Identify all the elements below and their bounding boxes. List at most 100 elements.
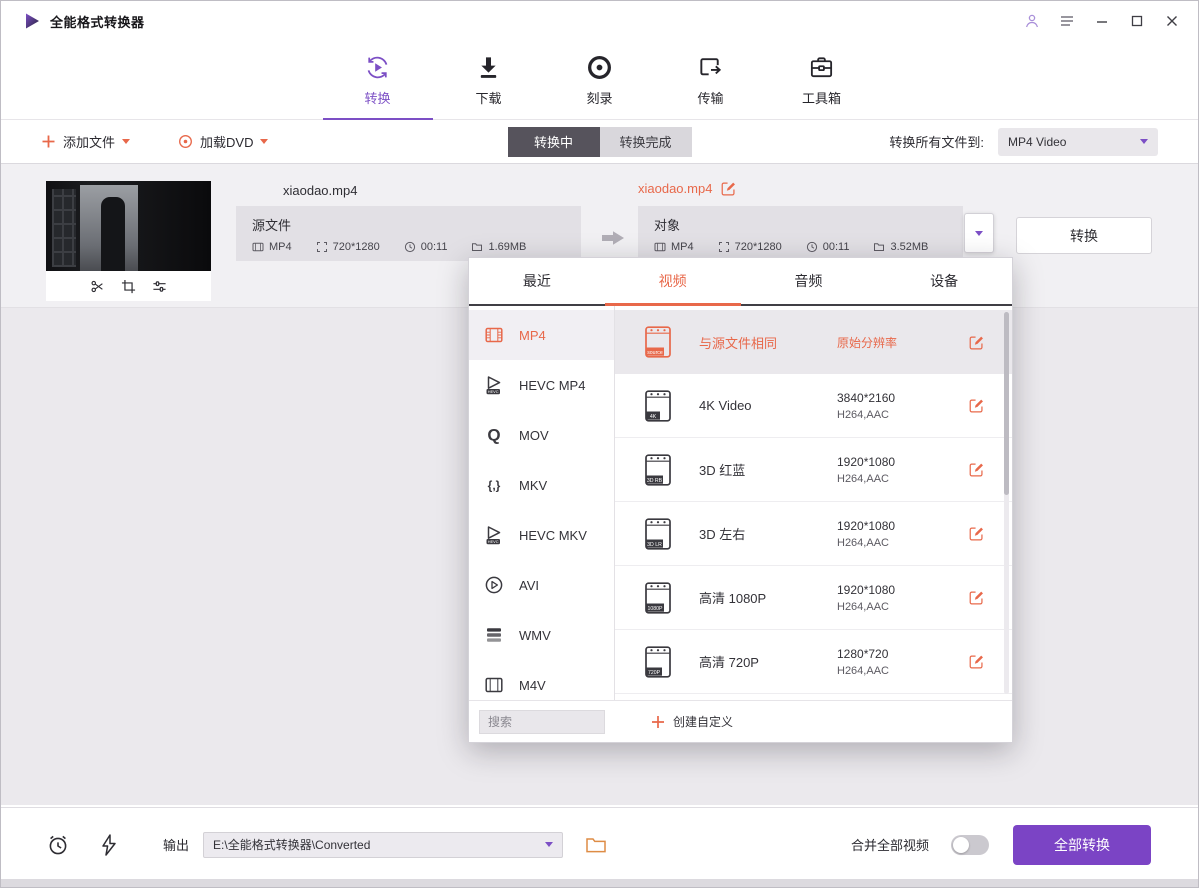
open-folder-icon[interactable]	[585, 835, 607, 855]
format-item-label: MOV	[519, 428, 549, 443]
load-dvd-button[interactable]: 加载DVD	[178, 132, 268, 151]
create-custom-button[interactable]: 创建自定义	[651, 713, 733, 730]
tab-toolbox[interactable]: 工具箱	[783, 41, 861, 119]
toolbox-icon	[808, 54, 835, 81]
preset-codec: H264,AAC	[837, 601, 969, 613]
format-item-mov[interactable]: Q MOV	[469, 410, 614, 460]
bottom-bar: 输出 合并全部视频 全部转换	[1, 807, 1198, 881]
preset-row-same-as-source[interactable]: source 与源文件相同 原始分辨率	[615, 310, 1012, 374]
high-speed-bolt-icon[interactable]	[100, 834, 118, 856]
format-item-mkv[interactable]: {,} MKV	[469, 460, 614, 510]
edit-preset-icon[interactable]	[969, 590, 984, 605]
preset-row-3d-leftright[interactable]: 3D LR 3D 左右 1920*1080 H264,AAC	[615, 502, 1012, 566]
scrollbar-thumb[interactable]	[1004, 312, 1009, 495]
preset-row-1080p[interactable]: 1080P 高清 1080P 1920*1080 H264,AAC	[615, 566, 1012, 630]
effects-tune-icon[interactable]	[152, 279, 167, 294]
account-icon[interactable]	[1024, 13, 1040, 29]
tab-burn-label: 刻录	[586, 88, 612, 107]
add-files-button[interactable]: 添加文件	[41, 132, 130, 151]
popup-tab-device[interactable]: 设备	[876, 258, 1012, 304]
tab-converting[interactable]: 转换中	[508, 127, 600, 157]
wmv-layers-icon	[484, 625, 506, 645]
maximize-button[interactable]	[1129, 13, 1145, 29]
svg-text:source: source	[647, 350, 663, 356]
edit-preset-icon[interactable]	[969, 335, 984, 350]
edit-preset-icon[interactable]	[969, 398, 984, 413]
hevc-play-icon: HEVC	[484, 375, 506, 395]
target-file-name: xiaodao.mp4	[638, 181, 712, 196]
tab-converted[interactable]: 转换完成	[600, 127, 692, 157]
preset-name: 高清 720P	[699, 652, 837, 671]
tab-convert[interactable]: 转换	[339, 41, 417, 119]
popup-tab-video[interactable]: 视频	[605, 258, 741, 304]
chevron-down-icon	[975, 231, 983, 236]
format-item-label: MKV	[519, 478, 547, 493]
crop-icon[interactable]	[121, 279, 136, 294]
duration-clock-icon	[806, 241, 818, 253]
mp4-film-icon	[484, 325, 506, 345]
preset-dropdown-button[interactable]	[964, 213, 994, 253]
output-format-select[interactable]: MP4 Video	[998, 128, 1158, 156]
app-window: 全能格式转换器	[0, 0, 1199, 888]
transfer-icon	[697, 54, 724, 81]
duration-clock-icon	[404, 241, 416, 253]
format-sidebar: MP4 HEVC HEVC MP4 Q MOV {,}	[469, 306, 615, 700]
format-item-hevc-mkv[interactable]: HEVC HEVC MKV	[469, 510, 614, 560]
preset-name: 与源文件相同	[699, 333, 837, 352]
create-custom-label: 创建自定义	[673, 713, 733, 730]
edit-preset-icon[interactable]	[969, 462, 984, 477]
convert-icon	[364, 54, 391, 81]
preset-specs: 1280*720 H264,AAC	[837, 647, 969, 677]
popup-tab-recent[interactable]: 最近	[469, 258, 605, 304]
preset-row-4k[interactable]: 4K 4K Video 3840*2160 H264,AAC	[615, 374, 1012, 438]
app-title: 全能格式转换器	[50, 12, 145, 31]
video-thumbnail[interactable]	[46, 181, 211, 301]
edit-preset-icon[interactable]	[969, 526, 984, 541]
format-item-label: HEVC MP4	[519, 378, 585, 393]
format-item-avi[interactable]: AVI	[469, 560, 614, 610]
format-item-wmv[interactable]: WMV	[469, 610, 614, 660]
format-item-mp4[interactable]: MP4	[469, 310, 614, 360]
convert-all-button[interactable]: 全部转换	[1013, 825, 1151, 865]
preset-name: 高清 1080P	[699, 588, 837, 607]
window-bottom-edge	[1, 879, 1198, 887]
menu-icon[interactable]	[1059, 13, 1075, 29]
rename-edit-icon[interactable]	[721, 181, 736, 196]
tab-burn[interactable]: 刻录	[561, 41, 639, 119]
tab-transfer[interactable]: 传输	[672, 41, 750, 119]
edit-preset-icon[interactable]	[969, 654, 984, 669]
chevron-down-icon	[122, 139, 130, 144]
size-folder-icon	[873, 241, 885, 253]
preset-row-720p[interactable]: 720P 高清 720P 1280*720 H264,AAC	[615, 630, 1012, 694]
merge-toggle[interactable]	[951, 835, 989, 855]
tab-download[interactable]: 下载	[450, 41, 528, 119]
output-path-input[interactable]	[213, 838, 545, 852]
tab-download-label: 下载	[475, 88, 501, 107]
svg-text:{,}: {,}	[488, 479, 501, 493]
close-button[interactable]	[1164, 13, 1180, 29]
preset-list-scrollbar[interactable]	[1004, 312, 1009, 694]
status-tabs: 转换中 转换完成	[508, 127, 692, 157]
preset-codec: H264,AAC	[837, 665, 969, 677]
titlebar: 全能格式转换器	[1, 1, 1198, 41]
target-info-box: 对象 MP4 720*1280 00:11 3.52MB	[638, 206, 963, 261]
format-item-hevc-mp4[interactable]: HEVC HEVC MP4	[469, 360, 614, 410]
source-duration: 00:11	[421, 241, 448, 253]
search-input[interactable]	[479, 710, 605, 734]
convert-file-button[interactable]: 转换	[1016, 217, 1152, 254]
minimize-button[interactable]	[1094, 13, 1110, 29]
target-size: 3.52MB	[890, 241, 928, 253]
preset-row-3d-redblue[interactable]: 3D RB 3D 红蓝 1920*1080 H264,AAC	[615, 438, 1012, 502]
trim-icon[interactable]	[90, 279, 105, 294]
load-dvd-label: 加载DVD	[200, 132, 253, 151]
toolbar: 添加文件 加载DVD 转换中 转换完成 转换所有文件到: MP4 Video	[1, 120, 1198, 164]
output-path-select[interactable]	[203, 832, 563, 858]
format-item-m4v[interactable]: M4V	[469, 660, 614, 700]
preset-codec: H264,AAC	[837, 537, 969, 549]
preset-codec: H264,AAC	[837, 473, 969, 485]
target-resolution: 720*1280	[735, 241, 782, 253]
popup-tab-audio[interactable]: 音频	[741, 258, 877, 304]
download-icon	[475, 54, 502, 81]
schedule-clock-icon[interactable]	[46, 833, 70, 857]
resolution-icon	[316, 241, 328, 253]
